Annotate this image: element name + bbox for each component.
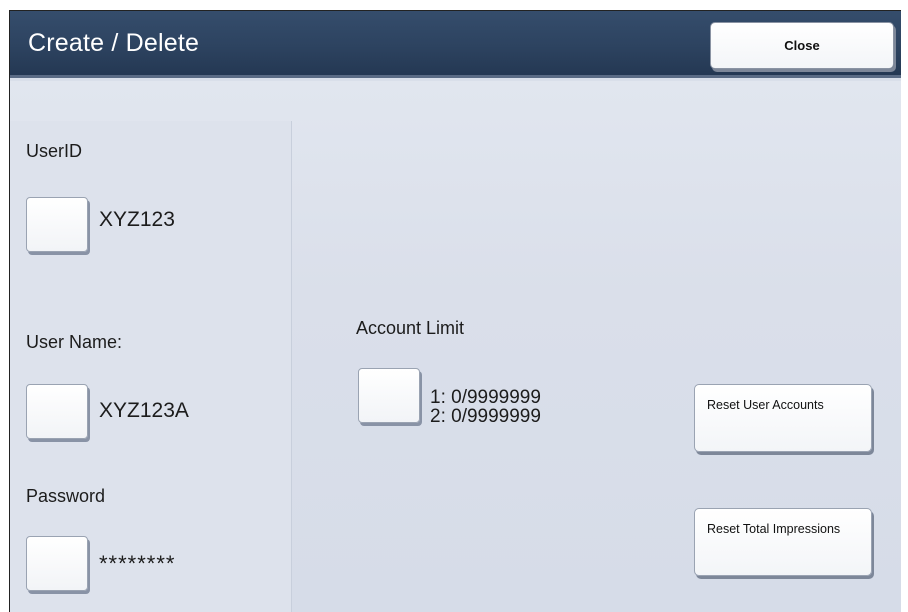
page-title: Create / Delete <box>28 29 200 57</box>
user-id-edit-button[interactable] <box>26 197 88 252</box>
user-name-edit-button[interactable] <box>26 384 88 439</box>
password-edit-button[interactable] <box>26 536 88 591</box>
account-limit-edit-button[interactable] <box>358 368 420 423</box>
reset-total-impressions-label: Reset Total Impressions <box>707 522 841 536</box>
content-area: UserID XYZ123 User Name: XYZ123A Passwor… <box>10 81 901 612</box>
account-limit-label: Account Limit <box>356 318 465 338</box>
create-delete-screen: Create / Delete Close UserID XYZ123 User… <box>9 10 901 612</box>
reset-user-accounts-label: Reset User Accounts <box>707 398 824 412</box>
password-value: ******** <box>99 551 176 576</box>
account-limit-values: 1: 0/9999999 2: 0/9999999 <box>430 388 541 426</box>
password-label: Password <box>26 486 106 506</box>
account-limit-line-1: 1: 0/9999999 <box>430 387 541 408</box>
reset-total-impressions-button[interactable]: Reset Total Impressions <box>694 508 872 576</box>
user-name-label: User Name: <box>26 332 123 352</box>
user-name-value: XYZ123A <box>99 399 189 422</box>
user-id-label: UserID <box>26 141 83 161</box>
title-bar: Create / Delete Close <box>10 11 901 78</box>
close-button[interactable]: Close <box>710 22 894 69</box>
account-limit-line-2: 2: 0/9999999 <box>430 406 541 427</box>
user-id-value: XYZ123 <box>99 208 175 231</box>
reset-user-accounts-button[interactable]: Reset User Accounts <box>694 384 872 452</box>
